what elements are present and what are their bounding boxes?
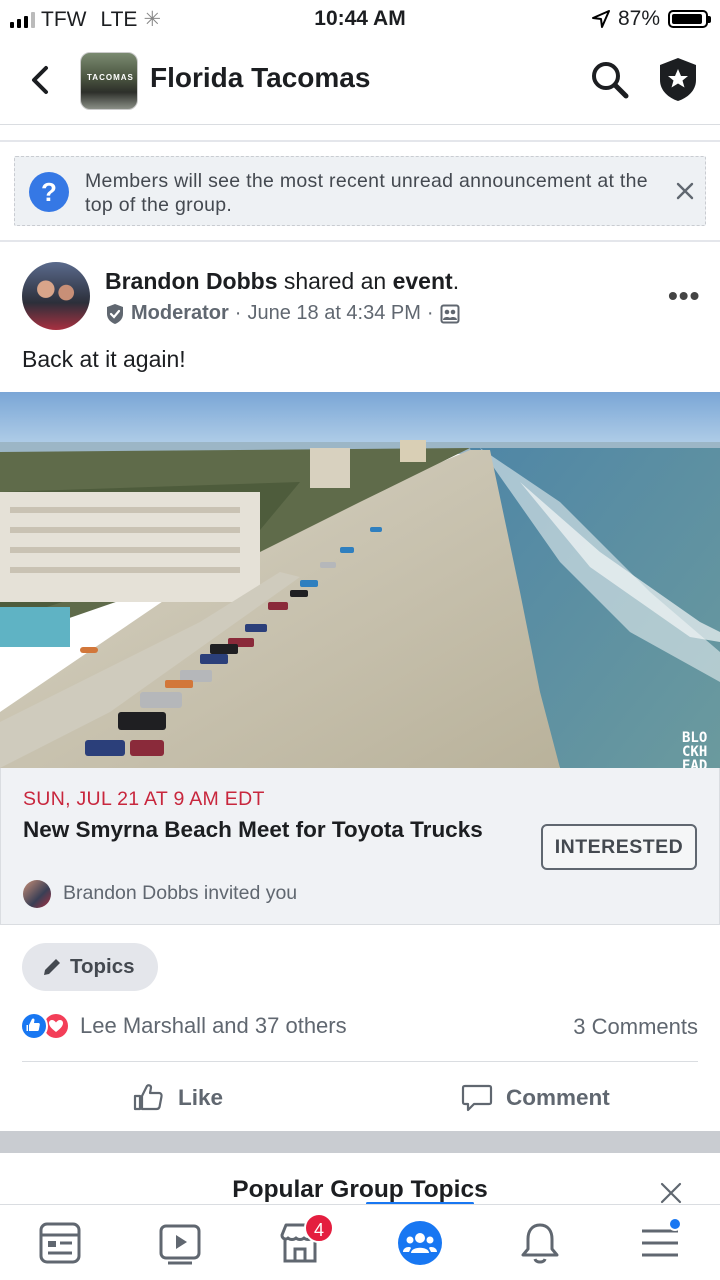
announcement-banner: ? Members will see the most recent unrea… — [14, 156, 706, 226]
battery-percent: 87% — [617, 7, 660, 30]
moderator-badge-icon — [107, 303, 123, 324]
bottom-tab-bar: 4 — [0, 1204, 720, 1280]
section-separator — [0, 1131, 720, 1153]
video-play-icon — [159, 1224, 201, 1265]
like-label: Like — [178, 1085, 224, 1110]
reactions-text: Lee Marshall and 37 others — [80, 1013, 347, 1038]
thumbs-up-icon — [133, 1084, 163, 1111]
author-avatar[interactable] — [22, 262, 90, 330]
comments-count[interactable]: 3 Comments — [573, 1014, 698, 1040]
comment-button[interactable]: Comment — [460, 1078, 660, 1118]
section-divider — [0, 240, 720, 242]
status-bar: TFW LTE ✳ 10:44 AM 87% — [0, 0, 720, 38]
inviter-avatar — [23, 880, 51, 908]
invited-text: Brandon Dobbs invited you — [63, 882, 298, 904]
comment-bubble-icon — [461, 1084, 493, 1112]
comment-label: Comment — [506, 1085, 610, 1110]
tab-groups[interactable] — [396, 1219, 444, 1267]
like-button[interactable]: Like — [132, 1078, 332, 1118]
event-card[interactable]: SUN, JUL 21 AT 9 AM EDT New Smyrna Beach… — [0, 768, 720, 925]
tab-news-feed[interactable] — [36, 1219, 84, 1267]
group-name[interactable]: Florida Tacomas — [150, 62, 370, 94]
bell-icon — [521, 1223, 559, 1264]
groups-icon — [398, 1221, 442, 1265]
like-reaction-icon — [20, 1012, 48, 1040]
more-options-icon[interactable]: ••• — [668, 280, 700, 312]
back-arrow-icon[interactable] — [26, 60, 56, 100]
close-icon[interactable] — [673, 179, 697, 203]
admin-shield-icon[interactable] — [656, 56, 700, 102]
battery-icon — [668, 10, 711, 28]
interested-button[interactable]: INTERESTED — [541, 824, 697, 870]
event-date: SUN, JUL 21 AT 9 AM EDT — [23, 788, 265, 810]
tab-watch[interactable] — [156, 1219, 204, 1267]
close-icon[interactable] — [658, 1180, 684, 1206]
event-link[interactable]: event — [393, 268, 453, 294]
question-icon: ? — [29, 172, 69, 212]
post-text: Back at it again! — [22, 346, 186, 372]
post-timestamp[interactable]: June 18 at 4:34 PM — [247, 302, 420, 325]
event-cover-photo[interactable]: BLO CKH EAD — [0, 392, 720, 768]
author-name[interactable]: Brandon Dobbs — [105, 268, 278, 294]
section-divider — [0, 140, 720, 142]
tab-notifications[interactable] — [516, 1219, 564, 1267]
moderator-label: Moderator — [131, 302, 229, 324]
popular-topics-title: Popular Group Topics — [232, 1176, 488, 1203]
tab-menu[interactable] — [636, 1217, 684, 1267]
watermark-line-3: EAD — [682, 758, 707, 768]
marketplace-badge: 4 — [304, 1213, 334, 1243]
location-arrow-icon — [591, 10, 610, 28]
group-thumbnail[interactable]: TACOMAS — [80, 52, 138, 110]
group-header: TACOMAS Florida Tacomas — [0, 40, 720, 124]
menu-notification-dot — [668, 1217, 682, 1231]
search-icon[interactable] — [588, 58, 632, 102]
reactions-summary[interactable]: Lee Marshall and 37 others — [20, 1012, 347, 1040]
topics-label: Topics — [70, 955, 135, 978]
event-title[interactable]: New Smyrna Beach Meet for Toyota Trucks — [23, 816, 493, 843]
news-feed-icon — [39, 1222, 81, 1264]
header-divider — [0, 124, 720, 125]
beach-photo: BLO CKH EAD — [0, 392, 720, 768]
group-privacy-icon — [440, 304, 460, 323]
post-title: Brandon Dobbs shared an event. — [105, 268, 460, 294]
actions-divider — [22, 1061, 698, 1062]
tab-marketplace[interactable]: 4 — [276, 1213, 334, 1267]
pencil-icon — [44, 959, 60, 975]
topics-chip[interactable]: Topics — [22, 943, 158, 991]
announcement-text: Members will see the most recent unread … — [85, 170, 648, 216]
post-meta: Moderator · June 18 at 4:34 PM · — [105, 302, 460, 325]
